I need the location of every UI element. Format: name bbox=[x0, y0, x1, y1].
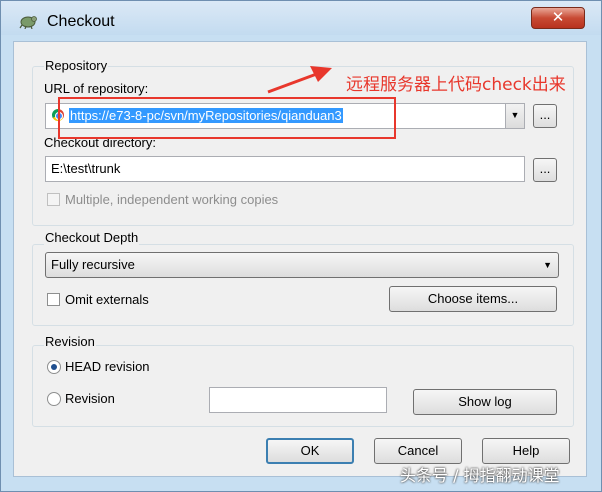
annotation-text: 远程服务器上代码check出来 bbox=[346, 75, 566, 95]
watermark-text: 头条号 / 拇指翻动课堂 bbox=[400, 466, 560, 485]
